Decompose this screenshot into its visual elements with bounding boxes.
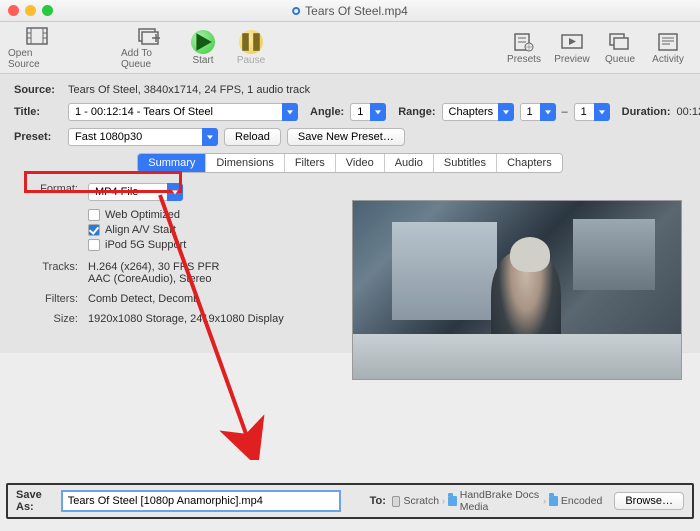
window-titlebar: Tears Of Steel.mp4 (0, 0, 700, 22)
tab-dimensions[interactable]: Dimensions (206, 154, 284, 172)
close-window-button[interactable] (8, 5, 19, 16)
preset-label: Preset: (14, 131, 62, 143)
presets-button[interactable]: Presets (500, 31, 548, 65)
source-label: Source: (14, 84, 62, 96)
save-new-preset-button[interactable]: Save New Preset… (287, 128, 405, 146)
queue-button[interactable]: Queue (596, 31, 644, 65)
tracks-line1: H.264 (x264), 30 FPS PFR (88, 261, 219, 273)
ipod5g-label: iPod 5G Support (105, 239, 186, 251)
tab-chapters[interactable]: Chapters (497, 154, 562, 172)
main-toolbar: Open Source Add To Queue Start Pause Pre… (0, 22, 700, 74)
range-to-select[interactable]: 1 (574, 103, 610, 121)
tracks-line2: AAC (CoreAudio), Stereo (88, 273, 219, 285)
format-label: Format: (28, 183, 78, 201)
tab-video[interactable]: Video (336, 154, 385, 172)
chevron-right-icon: › (442, 496, 445, 506)
range-from-select[interactable]: 1 (520, 103, 556, 121)
activity-icon (655, 31, 681, 53)
save-as-input[interactable] (61, 490, 341, 512)
destination-path[interactable]: Scratch › HandBrake Docs Media › Encoded (392, 489, 602, 513)
duration-label: Duration: (622, 106, 671, 118)
duration-value: 00:12:14 (677, 106, 700, 118)
pause-icon (239, 30, 263, 54)
minimize-window-button[interactable] (25, 5, 36, 16)
reload-button[interactable]: Reload (224, 128, 281, 146)
browse-button[interactable]: Browse… (614, 492, 684, 510)
web-optimized-label: Web Optimized (105, 209, 180, 221)
range-label: Range: (398, 106, 435, 118)
preview-icon (559, 31, 585, 53)
tracks-label: Tracks: (28, 261, 78, 285)
tab-summary[interactable]: Summary (138, 154, 206, 172)
tab-subtitles[interactable]: Subtitles (434, 154, 497, 172)
activity-button[interactable]: Activity (644, 31, 692, 65)
size-label: Size: (28, 313, 78, 325)
source-value: Tears Of Steel, 3840x1714, 24 FPS, 1 aud… (68, 84, 310, 96)
size-value: 1920x1080 Storage, 2419x1080 Display (88, 313, 284, 325)
video-preview[interactable] (352, 200, 682, 380)
queue-icon (607, 31, 633, 53)
align-av-label: Align A/V Start (105, 224, 176, 236)
preview-button[interactable]: Preview (548, 31, 596, 65)
folder-icon (448, 496, 457, 506)
tab-audio[interactable]: Audio (385, 154, 434, 172)
range-mode-select[interactable]: Chapters (442, 103, 514, 121)
play-icon (191, 30, 215, 54)
range-dash: – (562, 106, 568, 118)
save-as-label: Save As: (16, 489, 55, 513)
document-icon (292, 7, 300, 15)
web-optimized-checkbox[interactable] (88, 209, 100, 221)
filters-value: Comb Detect, Decomb (88, 293, 199, 305)
title-label: Title: (14, 106, 62, 118)
tab-bar: Summary Dimensions Filters Video Audio S… (14, 153, 686, 173)
filters-label: Filters: (28, 293, 78, 305)
add-to-queue-button[interactable]: Add To Queue (121, 25, 179, 70)
title-select[interactable]: 1 - 00:12:14 - Tears Of Steel (68, 103, 298, 121)
window-title-text: Tears Of Steel.mp4 (305, 4, 408, 18)
window-title: Tears Of Steel.mp4 (292, 4, 408, 18)
zoom-window-button[interactable] (42, 5, 53, 16)
chevron-right-icon: › (543, 496, 546, 506)
folder-icon (549, 496, 558, 506)
queue-add-icon (137, 25, 163, 47)
align-av-checkbox[interactable] (88, 224, 100, 236)
open-source-button[interactable]: Open Source (8, 25, 66, 70)
path-seg-0: Scratch (403, 495, 439, 507)
angle-label: Angle: (310, 106, 344, 118)
pause-button[interactable]: Pause (227, 30, 275, 66)
preset-select[interactable]: Fast 1080p30 (68, 128, 218, 146)
ipod5g-checkbox[interactable] (88, 239, 100, 251)
window-controls (8, 5, 53, 16)
path-seg-1: HandBrake Docs Media (460, 489, 540, 513)
format-select[interactable]: MP4 File (88, 183, 183, 201)
presets-icon (511, 31, 537, 53)
drive-icon (392, 496, 401, 507)
start-button[interactable]: Start (179, 30, 227, 66)
angle-select[interactable]: 1 (350, 103, 386, 121)
film-icon (24, 25, 50, 47)
save-bar: Save As: To: Scratch › HandBrake Docs Me… (6, 483, 694, 519)
path-seg-2: Encoded (561, 495, 602, 507)
tab-filters[interactable]: Filters (285, 154, 336, 172)
to-label: To: (370, 495, 386, 507)
